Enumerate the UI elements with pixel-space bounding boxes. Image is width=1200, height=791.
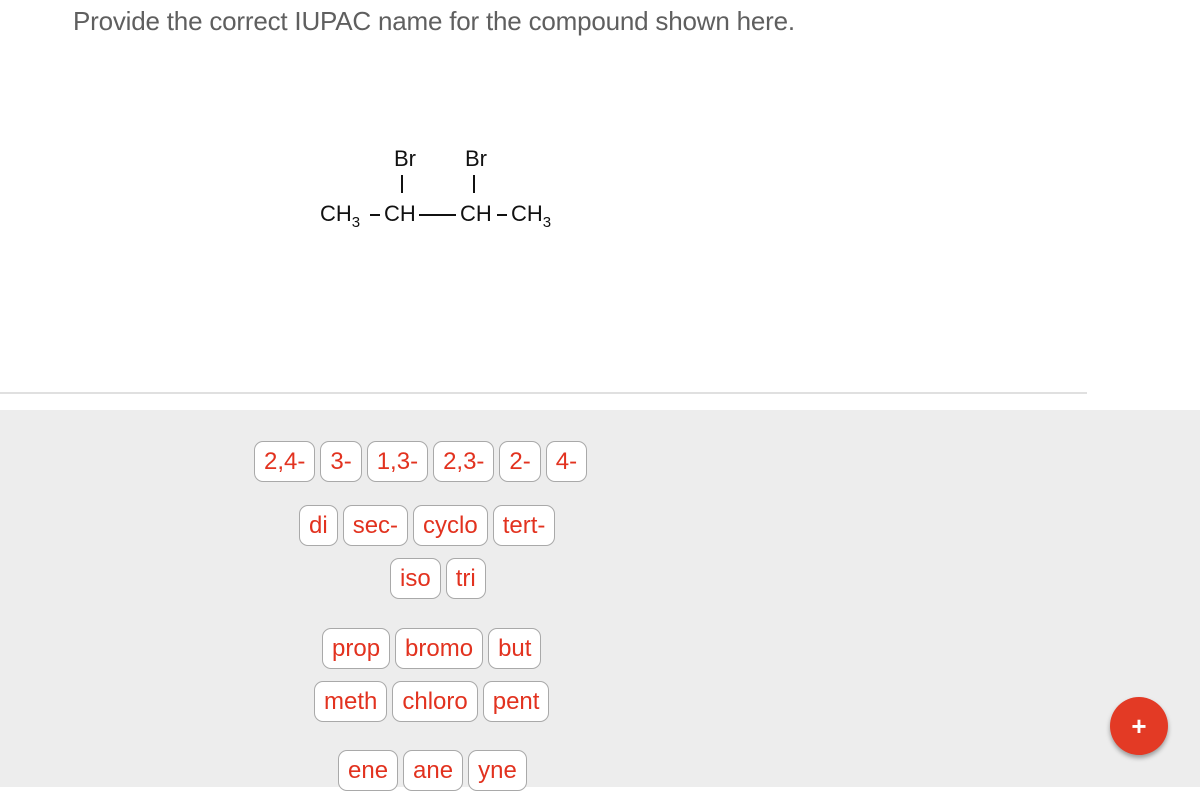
answer-tile[interactable]: tert- bbox=[492, 505, 556, 546]
tile-row: iso tri bbox=[0, 558, 1200, 599]
tile-row: di sec-cyclo tert- bbox=[0, 505, 1200, 546]
answer-tile[interactable]: bromo bbox=[395, 628, 484, 669]
answer-tile[interactable]: cyclo bbox=[413, 505, 488, 546]
tile-row: 2,4- 3- 1,3- 2,3- 2- 4- bbox=[0, 441, 1200, 482]
answer-tile[interactable]: 2,4- bbox=[254, 441, 316, 482]
chain-group-1: CH3 bbox=[320, 201, 361, 231]
chain-group-3: CH bbox=[460, 201, 492, 226]
plus-icon: + bbox=[1131, 710, 1147, 741]
answer-tile[interactable]: pent bbox=[482, 681, 550, 722]
chain-group-4: CH3 bbox=[511, 201, 552, 231]
bond-vertical-left bbox=[401, 175, 403, 193]
tile-row: prop bromo but bbox=[0, 628, 1200, 669]
answer-tile[interactable]: ane bbox=[403, 750, 464, 791]
answer-tile[interactable]: di bbox=[299, 505, 338, 546]
tile-row: meth chloro pent bbox=[0, 681, 1200, 722]
divider bbox=[0, 392, 1087, 394]
bond-2 bbox=[419, 214, 456, 216]
answer-tile[interactable]: but bbox=[488, 628, 542, 669]
bond-3 bbox=[497, 214, 507, 216]
answer-tile[interactable]: tri bbox=[445, 558, 486, 599]
chain-group-2: CH bbox=[384, 201, 416, 226]
bromine-left: Br bbox=[394, 146, 416, 171]
answer-tile[interactable]: ene bbox=[338, 750, 399, 791]
answer-tile[interactable]: meth bbox=[314, 681, 388, 722]
answer-tile[interactable]: prop bbox=[322, 628, 391, 669]
answer-tile[interactable]: 2,3- bbox=[433, 441, 495, 482]
answer-tile[interactable]: sec- bbox=[342, 505, 409, 546]
answer-tile[interactable]: 2- bbox=[499, 441, 541, 482]
answer-tile[interactable]: 3- bbox=[320, 441, 362, 482]
answer-tile[interactable]: chloro bbox=[392, 681, 478, 722]
bromine-right: Br bbox=[465, 146, 487, 171]
answer-tile[interactable]: 4- bbox=[545, 441, 588, 482]
answer-tile[interactable]: iso bbox=[390, 558, 441, 599]
question-prompt: Provide the correct IUPAC name for the c… bbox=[73, 6, 795, 36]
bond-vertical-right bbox=[473, 175, 475, 193]
tile-row: ene ane yne bbox=[0, 750, 1200, 791]
add-button[interactable]: + bbox=[1110, 697, 1168, 755]
answer-tile[interactable]: yne bbox=[468, 750, 527, 791]
chemical-structure: Br Br CH3 CH CH CH3 bbox=[320, 140, 600, 240]
answer-tile[interactable]: 1,3- bbox=[366, 441, 429, 482]
bond-1 bbox=[370, 214, 380, 216]
